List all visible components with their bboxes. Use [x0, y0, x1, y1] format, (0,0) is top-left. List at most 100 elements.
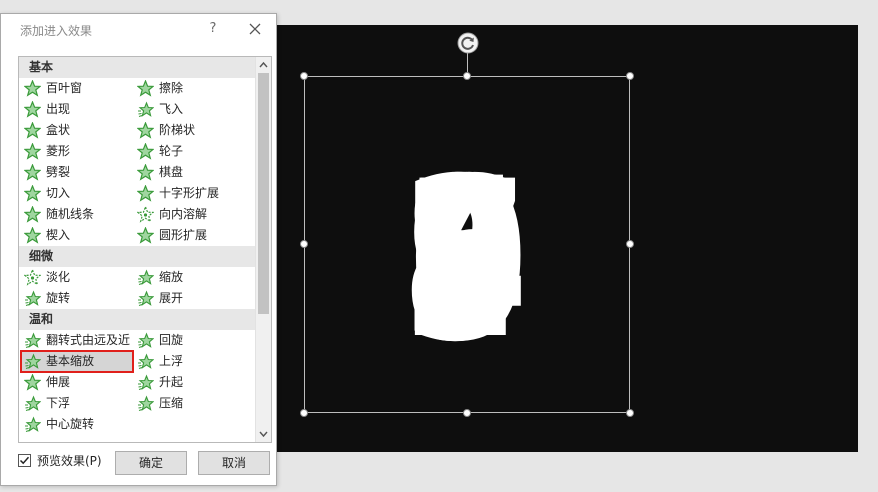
effect-row: 下浮 压缩	[19, 393, 255, 414]
effect-item-0-6-0[interactable]: 随机线条	[21, 204, 133, 225]
effect-label: 菱形	[46, 144, 71, 158]
effect-row: 劈裂 棋盘	[19, 162, 255, 183]
effect-item-2-1-1[interactable]: 上浮	[134, 351, 252, 372]
digit-glyph: 0	[409, 131, 528, 370]
preview-effect-checkbox[interactable]: 预览效果(P)	[18, 452, 102, 469]
star-full-icon	[24, 227, 41, 244]
effect-item-2-2-0[interactable]: 伸展	[21, 372, 133, 393]
effect-row: 楔入 圆形扩展	[19, 225, 255, 246]
section-header: 温和	[19, 309, 255, 330]
effect-item-0-3-1[interactable]: 轮子	[134, 141, 252, 162]
effect-item-0-1-0[interactable]: 出现	[21, 99, 133, 120]
scroll-down-icon[interactable]	[256, 426, 271, 442]
effect-item-1-0-0[interactable]: 淡化	[21, 267, 133, 288]
overlapping-digits-text[interactable]: 234567890	[380, 130, 550, 370]
effect-row: 盒状 阶梯状	[19, 120, 255, 141]
effect-row: 旋转 展开	[19, 288, 255, 309]
resize-handle-bottom-left[interactable]	[300, 409, 308, 417]
effect-label: 压缩	[159, 396, 184, 410]
effect-item-1-1-1[interactable]: 展开	[134, 288, 252, 309]
star-fly-icon	[138, 353, 154, 369]
effect-item-0-2-0[interactable]: 盒状	[21, 120, 133, 141]
effect-row: 切入 十字形扩展	[19, 183, 255, 204]
effect-item-2-1-0[interactable]: 基本缩放	[20, 350, 134, 373]
effect-row: 淡化 缩放	[19, 267, 255, 288]
checkbox-box[interactable]	[18, 454, 31, 467]
resize-handle-top[interactable]	[463, 72, 471, 80]
resize-handle-bottom[interactable]	[463, 409, 471, 417]
dialog-title: 添加进入效果	[20, 24, 93, 38]
effect-label: 展开	[159, 291, 184, 305]
effect-item-0-1-1[interactable]: 飞入	[134, 99, 252, 120]
effect-label: 飞入	[159, 102, 184, 116]
effect-item-0-4-1[interactable]: 棋盘	[134, 162, 252, 183]
rotate-handle-icon[interactable]	[457, 32, 479, 54]
effect-item-0-7-0[interactable]: 楔入	[21, 225, 133, 246]
section-header: 细微	[19, 246, 255, 267]
resize-handle-left[interactable]	[300, 240, 308, 248]
effect-list[interactable]: 基本 百叶窗 擦除 出现 飞入 盒状 阶梯状 菱形 轮子 劈裂 棋盘 切入 十字…	[18, 56, 272, 443]
star-fly-icon	[25, 290, 41, 306]
effect-label: 中心旋转	[46, 417, 95, 431]
close-icon[interactable]	[247, 21, 263, 37]
effect-item-0-0-1[interactable]: 擦除	[134, 78, 252, 99]
effect-item-0-7-1[interactable]: 圆形扩展	[134, 225, 252, 246]
effect-label: 楔入	[46, 228, 71, 242]
effect-item-2-0-0[interactable]: 翻转式由远及近	[21, 330, 133, 351]
effect-item-1-1-0[interactable]: 旋转	[21, 288, 133, 309]
star-full-icon	[24, 374, 41, 391]
cancel-button[interactable]: 取消	[198, 451, 270, 475]
star-full-icon	[137, 80, 154, 97]
effect-label: 盒状	[46, 123, 71, 137]
star-fly-icon	[138, 374, 154, 390]
star-full-icon	[137, 143, 154, 160]
effect-row: 出现 飞入	[19, 99, 255, 120]
effect-item-0-5-0[interactable]: 切入	[21, 183, 133, 204]
effect-item-2-3-0[interactable]: 下浮	[21, 393, 133, 414]
effect-list-content: 基本 百叶窗 擦除 出现 飞入 盒状 阶梯状 菱形 轮子 劈裂 棋盘 切入 十字…	[19, 57, 255, 435]
dialog-titlebar[interactable]: 添加进入效果 ?	[1, 14, 276, 48]
resize-handle-top-right[interactable]	[626, 72, 634, 80]
effect-item-2-2-1[interactable]: 升起	[134, 372, 252, 393]
effect-row: 随机线条 向内溶解	[19, 204, 255, 225]
effect-item-0-0-0[interactable]: 百叶窗	[21, 78, 133, 99]
star-full-icon	[24, 80, 41, 97]
ok-button[interactable]: 确定	[115, 451, 187, 475]
effect-row: 翻转式由远及近 回旋	[19, 330, 255, 351]
star-full-icon	[24, 143, 41, 160]
effect-row: 百叶窗 擦除	[19, 78, 255, 99]
star-full-icon	[137, 164, 154, 181]
effect-item-2-4-0[interactable]: 中心旋转	[21, 414, 133, 435]
star-dissolve-icon	[24, 269, 41, 286]
star-dissolve-icon	[137, 206, 154, 223]
effect-label: 伸展	[46, 375, 71, 389]
help-button[interactable]: ?	[205, 20, 221, 38]
section-header: 基本	[19, 57, 255, 78]
effect-label: 棋盘	[159, 165, 184, 179]
effect-list-scrollbar[interactable]	[255, 57, 271, 442]
star-fly-icon	[138, 395, 154, 411]
effect-row: 菱形 轮子	[19, 141, 255, 162]
star-fly-icon	[138, 269, 154, 285]
effect-item-0-5-1[interactable]: 十字形扩展	[134, 183, 252, 204]
effect-item-0-3-0[interactable]: 菱形	[21, 141, 133, 162]
resize-handle-bottom-right[interactable]	[626, 409, 634, 417]
resize-handle-top-left[interactable]	[300, 72, 308, 80]
add-entrance-effect-dialog: 添加进入效果 ? 基本 百叶窗 擦除 出现 飞入 盒状 阶梯状 菱形 轮子 劈裂…	[0, 13, 277, 486]
effect-row: 伸展 升起	[19, 372, 255, 393]
effect-label: 淡化	[46, 270, 71, 284]
star-fly-icon	[138, 101, 154, 117]
resize-handle-right[interactable]	[626, 240, 634, 248]
effect-item-0-2-1[interactable]: 阶梯状	[134, 120, 252, 141]
effect-label: 劈裂	[46, 165, 71, 179]
effect-item-0-6-1[interactable]: 向内溶解	[134, 204, 252, 225]
effect-item-1-0-1[interactable]: 缩放	[134, 267, 252, 288]
effect-item-2-0-1[interactable]: 回旋	[134, 330, 252, 351]
effect-label: 擦除	[159, 81, 184, 95]
effect-label: 上浮	[159, 354, 184, 368]
scroll-up-icon[interactable]	[256, 57, 271, 73]
effect-item-0-4-0[interactable]: 劈裂	[21, 162, 133, 183]
scrollbar-thumb[interactable]	[258, 73, 269, 314]
effect-item-2-3-1[interactable]: 压缩	[134, 393, 252, 414]
effect-label: 百叶窗	[46, 81, 83, 95]
